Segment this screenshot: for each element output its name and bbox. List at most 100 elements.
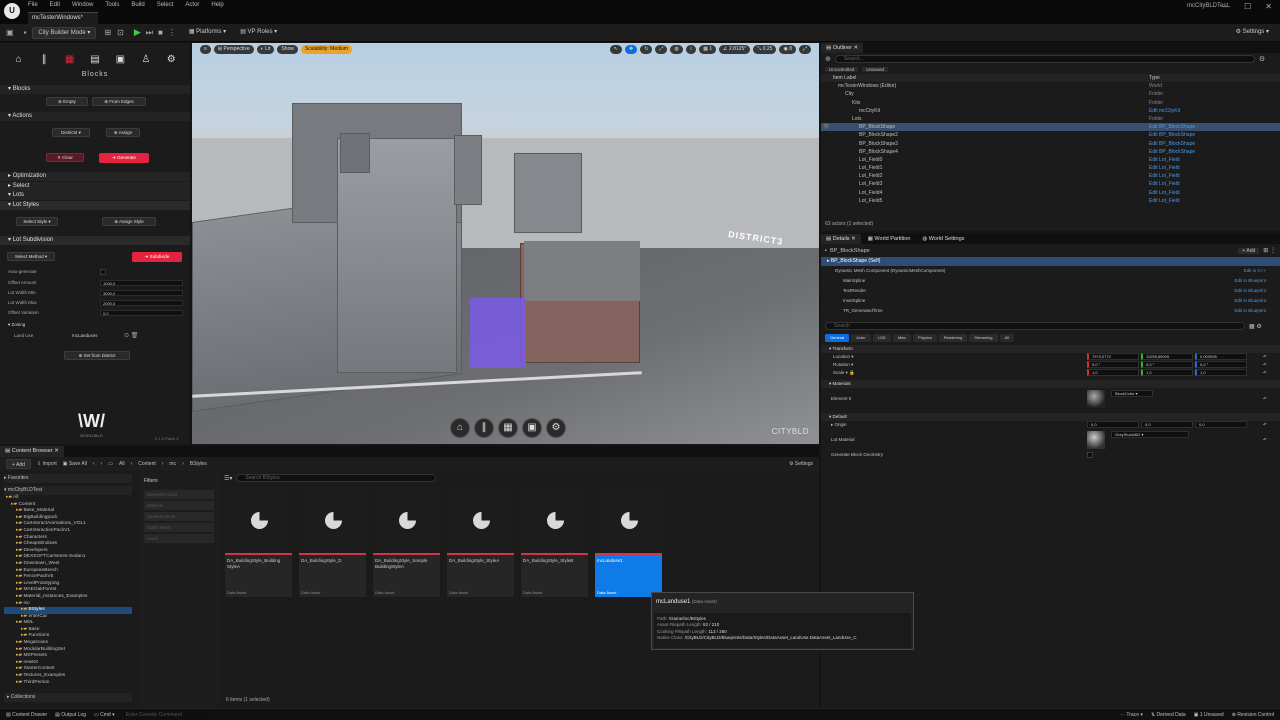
location-z[interactable]: 0,000005 — [1195, 353, 1247, 360]
tab-world-partition[interactable]: ▦ World Partition — [862, 233, 916, 244]
step-icon[interactable]: ⏭ — [146, 28, 153, 38]
building-mid-1[interactable] — [340, 133, 370, 173]
outliner-row[interactable]: Lot_Field1 Edit Lot_Field — [821, 164, 1280, 172]
assign-button[interactable]: ⊕ Assign — [106, 128, 140, 137]
favorites-header[interactable]: ▸ Favorites — [4, 474, 132, 483]
outliner-row[interactable]: BP_BlockShape3 Edit BP_BlockShape — [821, 140, 1280, 148]
derived-data-button[interactable]: ⇅ Derived Data — [1151, 712, 1186, 718]
menu-tools[interactable]: Tools — [105, 2, 119, 8]
more-play-icon[interactable]: ⋮ — [168, 28, 176, 37]
filter-rendering[interactable]: Rendering — [938, 333, 968, 342]
origin-x[interactable]: 0,0 — [1087, 421, 1139, 428]
origin-y[interactable]: 0,0 — [1141, 421, 1193, 428]
col-type[interactable]: Type — [1149, 74, 1160, 82]
collections-header[interactable]: ▸ Collections — [4, 693, 132, 702]
surface-snap-icon[interactable]: ⌇ — [685, 45, 697, 54]
blueprint-icon[interactable]: ⊞ — [104, 28, 111, 37]
folder-item[interactable]: ▸▰ Downtown_West — [4, 561, 132, 568]
reset-rotation-icon[interactable]: ↶ — [1263, 361, 1267, 369]
component-edit-link[interactable]: Edit in Blueprint — [1234, 306, 1266, 316]
actor-name[interactable]: BP_BlockShape — [830, 248, 870, 254]
outliner-item-type[interactable]: Edit Lot_Field — [1149, 156, 1180, 164]
asset-tile[interactable]: DA_BuildingStyle_StyleB Data Asset — [520, 486, 589, 598]
trace-button[interactable]: ⋯ Trace ▾ — [1120, 712, 1143, 718]
cinematics-icon[interactable]: ⊡ — [117, 28, 124, 37]
filter-general[interactable]: General — [825, 333, 850, 342]
scale-y[interactable]: 1,0 — [1141, 369, 1193, 376]
folder-item[interactable]: ▸▰ Textures_Examples — [4, 673, 132, 680]
offset-amount-field[interactable]: 1000,0 — [100, 280, 183, 286]
save-icon[interactable]: ▣ — [6, 28, 14, 37]
lots-section-header[interactable]: ▾ Lots — [0, 191, 190, 200]
add-component-button[interactable]: + Add — [1238, 247, 1260, 254]
history-forward-icon[interactable]: › — [101, 461, 103, 467]
vp-roles-dropdown[interactable]: ▤ VP Roles ▾ — [235, 27, 282, 39]
districts-tool-icon[interactable]: ▦ — [61, 54, 79, 65]
rotation-z[interactable]: 0,0 ° — [1195, 361, 1247, 368]
world-icon[interactable]: ◍ — [670, 45, 683, 54]
outliner-tab[interactable]: ▤ Outliner ✕ — [821, 43, 864, 53]
folder-item[interactable]: ▸▰ ThirdPerson — [4, 680, 132, 687]
select-section-header[interactable]: ▸ Select — [0, 182, 190, 191]
outliner-item-type[interactable]: Edit BP_BlockShape — [1149, 140, 1195, 148]
uncontrolled-filter[interactable]: Uncontrolled — [825, 67, 859, 72]
show-button[interactable]: Show — [277, 45, 298, 54]
rotation-dropdown[interactable]: Rotation ▾ — [833, 361, 853, 369]
subdivide-button[interactable]: ➜ Subdivide — [132, 252, 182, 262]
location-y[interactable]: 11055,69009 — [1141, 353, 1193, 360]
select-style-dropdown[interactable]: Select Style ▾ — [16, 217, 58, 226]
history-back-icon[interactable]: ‹ — [93, 461, 95, 467]
selected-lot-highlight[interactable] — [470, 298, 526, 368]
outliner-row[interactable]: Lot_Field2 Edit Lot_Field — [821, 172, 1280, 180]
level-tab[interactable]: mcTesterWindows* — [28, 12, 98, 24]
cb-save-all-button[interactable]: ▣ Save All — [63, 461, 87, 467]
rotation-x[interactable]: 0,0 ° — [1087, 361, 1139, 368]
set-from-district-button[interactable]: ⊕ Set from District — [64, 351, 130, 360]
path-all[interactable]: All — [119, 461, 125, 467]
lot-subdivision-header[interactable]: ▾ Lot Subdivision — [0, 236, 190, 245]
building-mid-2[interactable] — [454, 135, 482, 205]
folder-item[interactable]: ▸▰ CarInteractionPackV1 — [4, 528, 132, 535]
actions-section-header[interactable]: ▾ Actions — [0, 112, 190, 121]
outliner-row[interactable]: Lot_Field3 Edit Lot_Field — [821, 180, 1280, 188]
component-row[interactable]: Dynamic Mesh Component (DynamicMeshCompo… — [821, 266, 1280, 276]
component-row[interactable]: TextRender Edit in Blueprint — [821, 286, 1280, 296]
grid-tool-icon[interactable]: ▤ — [86, 54, 104, 65]
asset-tile[interactable]: DA_BuildingStyle_StyleA Data Asset — [446, 486, 515, 598]
rotation-y[interactable]: 0,0 ° — [1141, 361, 1193, 368]
scale-icon[interactable]: ⤢ — [655, 45, 668, 54]
content-browser-tab[interactable]: ▤ Content Browser ✕ — [0, 446, 64, 457]
minimize-icon[interactable]: — — [1222, 2, 1230, 11]
filter-blueprint-class[interactable]: Blueprint Class — [144, 490, 214, 499]
reset-lot-material-icon[interactable]: ↶ — [1263, 436, 1267, 444]
asset-tile[interactable]: DA_BuildingStyle_Building StyleA Data Ass… — [224, 486, 293, 598]
blocks-tool-icon[interactable]: ⌂ — [10, 54, 28, 65]
outliner-row[interactable]: BP_BlockShape4 Edit BP_BlockShape — [821, 148, 1280, 156]
outliner-item-type[interactable]: Edit Lot_Field — [1149, 172, 1180, 180]
buildings-quick-icon[interactable]: ▣ — [522, 418, 542, 438]
generate-button[interactable]: ➜ Generate — [99, 153, 149, 163]
reset-scale-icon[interactable]: ↶ — [1263, 369, 1267, 377]
stop-icon[interactable]: ■ — [158, 28, 163, 37]
outliner-search[interactable]: Search... — [834, 55, 1255, 63]
folder-item[interactable]: ▸▰ CheapWindows — [4, 541, 132, 548]
assign-style-button[interactable]: ⊕ Assign Style — [102, 217, 156, 226]
folder-item[interactable]: ▸▰ MAEOakForest — [4, 587, 132, 594]
menu-select[interactable]: Select — [157, 2, 174, 8]
select-method-dropdown[interactable]: Select Method ▾ — [7, 252, 55, 261]
lot-width-max-field[interactable]: 2000,0 — [100, 300, 183, 306]
scale-x[interactable]: 1,0 — [1087, 369, 1139, 376]
filter-actor[interactable]: Actor — [851, 333, 871, 342]
menu-help[interactable]: Help — [211, 2, 223, 8]
tab-details[interactable]: ▤ Details ✕ — [821, 233, 861, 244]
building-tower[interactable] — [337, 138, 457, 373]
outliner-row[interactable]: Kits Folder — [821, 99, 1280, 107]
outliner-item-type[interactable]: Edit BP_BlockShape — [1149, 131, 1195, 139]
details-search[interactable]: Search — [825, 322, 1245, 330]
path-mc[interactable]: mc — [169, 461, 176, 467]
reset-location-icon[interactable]: ↶ — [1263, 353, 1267, 361]
folder-item[interactable]: ▸▰ Material_Instances_Examples — [4, 594, 132, 601]
rotation-snap-value[interactable]: ∠ 2.8125° — [719, 45, 751, 54]
outliner-item-type[interactable]: Edit Lot_Field — [1149, 180, 1180, 188]
filter-material[interactable]: Material — [144, 501, 214, 510]
